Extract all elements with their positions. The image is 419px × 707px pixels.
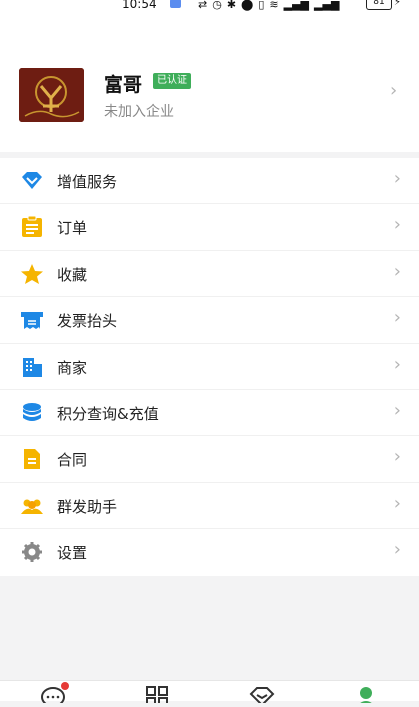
menu-item-orders[interactable]: 订单 ›: [0, 204, 419, 251]
chevron-right-icon: ›: [393, 399, 401, 421]
battery-icon: 81: [366, 0, 392, 10]
chevron-right-icon: ›: [390, 80, 398, 101]
menu-item-label: 发票抬头: [57, 312, 118, 331]
sync-icon: ⇄: [198, 0, 208, 11]
chevron-right-icon: ›: [393, 307, 401, 329]
signal-2-icon: ▂▄▆: [314, 0, 340, 11]
menu-item-settings[interactable]: 设置 ›: [0, 529, 419, 575]
star-icon: [20, 263, 44, 285]
apps-grid-icon[interactable]: [145, 685, 169, 707]
charging-icon: ⚡: [394, 0, 402, 8]
profile-card[interactable]: 富哥 已认证 未加入企业 ›: [0, 14, 419, 152]
menu-item-label: 增值服务: [57, 173, 118, 191]
group-icon: [20, 495, 44, 517]
chevron-right-icon: ›: [393, 168, 401, 189]
bluetooth-icon: ✱: [226, 0, 237, 11]
chevron-right-icon: ›: [393, 260, 401, 282]
menu-item-label: 积分查询&充值: [57, 404, 159, 423]
building-icon: [20, 356, 44, 378]
diamond-outline-icon[interactable]: [248, 685, 276, 707]
coins-icon: [20, 402, 44, 424]
menu-item-label: 收藏: [57, 265, 88, 284]
notification-dot: [61, 682, 69, 690]
signal-icon: ▂▄▆: [283, 0, 310, 11]
menu-item-merchants[interactable]: 商家 ›: [0, 344, 419, 390]
menu-list: 增值服务 › 订单 › 收藏 › 发票抬头 › 商家 › 积分查询&充值 › 合…: [0, 158, 419, 576]
avatar[interactable]: [19, 68, 84, 122]
invoice-icon: [20, 309, 44, 331]
location-icon: ⬤: [241, 0, 254, 11]
menu-item-points-recharge[interactable]: 积分查询&充值 ›: [0, 390, 419, 437]
clipboard-icon: [20, 215, 44, 238]
menu-item-favorites[interactable]: 收藏 ›: [0, 251, 419, 298]
company-status: 未加入企业: [104, 104, 174, 120]
notification-icon: [170, 0, 181, 8]
menu-item-label: 商家: [57, 358, 88, 377]
bottom-tab-bar: [0, 680, 419, 707]
document-icon: [20, 448, 44, 470]
verified-badge: 已认证: [153, 73, 191, 89]
menu-item-label: 设置: [57, 544, 88, 563]
profile-icon[interactable]: [355, 685, 377, 707]
menu-item-label: 订单: [57, 219, 88, 238]
menu-item-invoice-title[interactable]: 发票抬头 ›: [0, 297, 419, 344]
chevron-right-icon: ›: [393, 214, 401, 236]
chevron-right-icon: ›: [393, 446, 401, 468]
chevron-right-icon: ›: [393, 539, 401, 561]
menu-item-label: 群发助手: [57, 497, 118, 516]
alarm-icon: ◷: [212, 0, 222, 11]
user-name: 富哥: [104, 74, 143, 96]
diamond-icon: [20, 170, 44, 192]
gear-icon: [20, 541, 44, 563]
menu-item-mass-messaging[interactable]: 群发助手 ›: [0, 483, 419, 530]
status-icons: ⇄ ◷ ✱ ⬤ ▯ ≋ ▂▄▆ ▂▄▆: [198, 0, 339, 11]
menu-item-contract[interactable]: 合同 ›: [0, 436, 419, 483]
vibrate-icon: ▯: [258, 0, 265, 11]
wifi-icon: ≋: [269, 0, 279, 11]
chevron-right-icon: ›: [393, 353, 401, 375]
status-time: 10:54: [122, 0, 157, 11]
status-bar: 10:54 ⇄ ◷ ✱ ⬤ ▯ ≋ ▂▄▆ ▂▄▆ 81 ⚡: [0, 0, 419, 14]
chevron-right-icon: ›: [393, 492, 401, 514]
menu-item-value-added-services[interactable]: 增值服务 ›: [0, 158, 419, 205]
menu-item-label: 合同: [57, 451, 88, 470]
